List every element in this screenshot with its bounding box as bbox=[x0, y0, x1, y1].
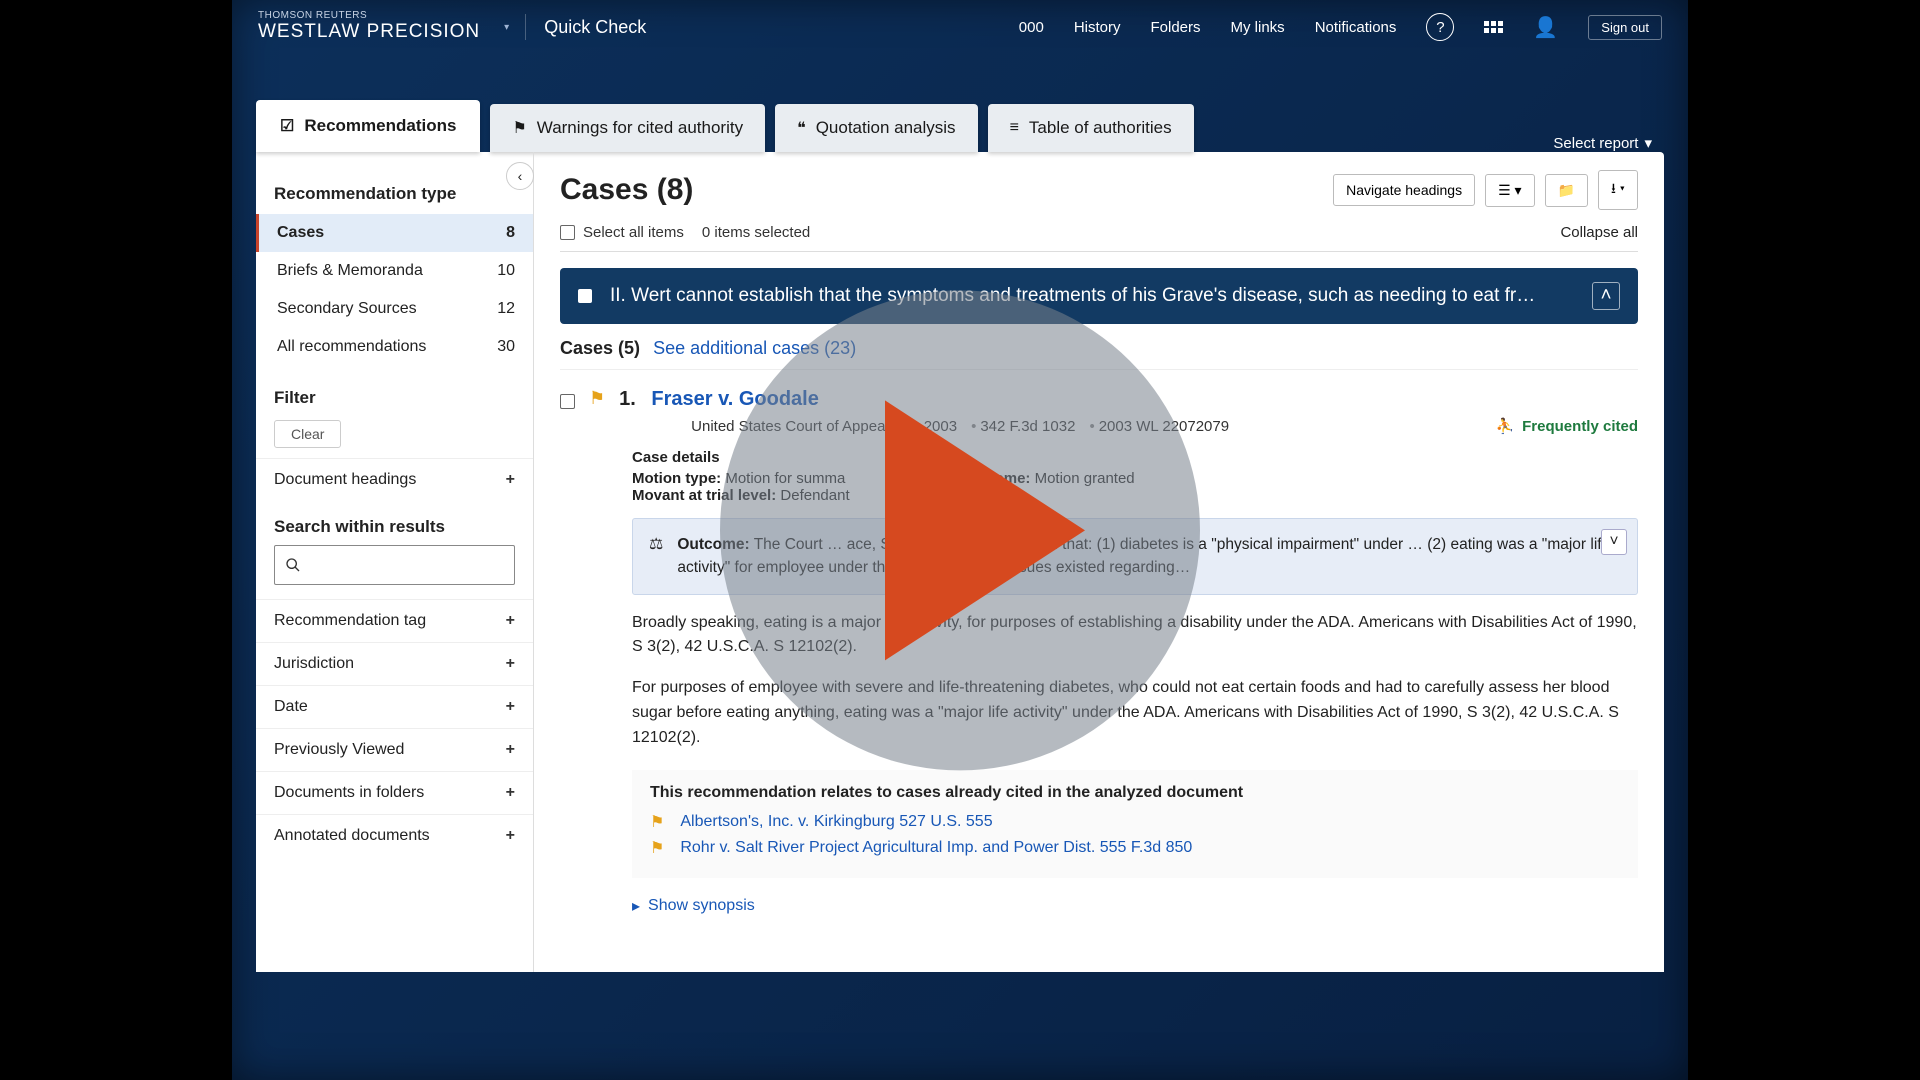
page-title: Cases (8) bbox=[560, 173, 693, 207]
case-paragraph-1: Broadly speaking, eating is a major life… bbox=[632, 611, 1638, 661]
sidebar: ‹ Recommendation type Cases8 Briefs & Me… bbox=[256, 152, 534, 972]
search-within-label: Search within results bbox=[274, 517, 515, 537]
heading-text: II. Wert cannot establish that the sympt… bbox=[610, 285, 1574, 307]
document-heading-bar[interactable]: II. Wert cannot establish that the sympt… bbox=[560, 268, 1638, 324]
quote-icon: ❝ bbox=[797, 118, 806, 138]
select-all-checkbox[interactable]: Select all items bbox=[560, 224, 684, 241]
plus-icon: + bbox=[506, 655, 515, 673]
type-list: Cases8 Briefs & Memoranda10 Secondary So… bbox=[256, 214, 533, 366]
tab-label: Table of authorities bbox=[1029, 118, 1172, 138]
search-icon bbox=[285, 557, 301, 573]
select-report-dropdown[interactable]: Select report ▾ bbox=[1553, 134, 1664, 152]
case-result: ⚑ 1. Fraser v. Goodale United States Cou… bbox=[560, 369, 1638, 916]
see-additional-cases-link[interactable]: See additional cases (23) bbox=[653, 338, 856, 358]
divider bbox=[525, 14, 526, 40]
top-nav: THOMSON REUTERS WESTLAW PRECISION ▾ Quic… bbox=[232, 0, 1688, 54]
tab-recommendations[interactable]: ☑ Recommendations bbox=[256, 100, 480, 152]
clear-filters-button[interactable]: Clear bbox=[274, 420, 341, 448]
type-all[interactable]: All recommendations30 bbox=[256, 328, 533, 366]
brand-caret-icon[interactable]: ▾ bbox=[504, 22, 509, 33]
tab-quotation[interactable]: ❝ Quotation analysis bbox=[775, 104, 977, 152]
filter-heading: Filter bbox=[256, 366, 533, 416]
tab-label: Warnings for cited authority bbox=[537, 118, 743, 138]
download-button[interactable]: ⭳ ▾ bbox=[1598, 170, 1638, 210]
case-date: 2003 bbox=[910, 418, 957, 435]
tab-label: Recommendations bbox=[304, 116, 456, 136]
facet-docs-in-folders[interactable]: Documents in folders+ bbox=[256, 771, 533, 814]
flag-icon: ⚑ bbox=[650, 838, 664, 858]
sidebar-heading: Recommendation type bbox=[256, 166, 533, 214]
items-selected: 0 items selected bbox=[702, 224, 810, 241]
search-within-input[interactable] bbox=[274, 545, 515, 585]
type-cases[interactable]: Cases8 bbox=[256, 214, 533, 252]
gavel-icon: ⚖ bbox=[649, 533, 663, 580]
case-paragraph-2: For purposes of employee with severe and… bbox=[632, 676, 1638, 750]
view-density-button[interactable]: ☰ ▾ bbox=[1485, 174, 1534, 207]
chevron-down-icon: ▾ bbox=[1644, 134, 1652, 152]
select-report-label: Select report bbox=[1553, 135, 1638, 152]
case-checkbox[interactable] bbox=[560, 394, 575, 409]
brand-small: THOMSON REUTERS bbox=[258, 11, 480, 21]
show-synopsis-link[interactable]: ▸ Show synopsis bbox=[632, 896, 1638, 916]
profile-icon[interactable]: 👤 bbox=[1533, 15, 1558, 40]
brand-big: WESTLAW PRECISION bbox=[258, 21, 480, 43]
people-icon: ⛹ bbox=[1495, 417, 1514, 435]
case-cite1: 342 F.3d 1032 bbox=[967, 418, 1075, 435]
facet-date[interactable]: Date+ bbox=[256, 685, 533, 728]
collapse-sidebar-button[interactable]: ‹ bbox=[506, 162, 534, 190]
case-cite2: 2003 WL 22072079 bbox=[1085, 418, 1229, 435]
tab-toa[interactable]: ≡ Table of authorities bbox=[988, 104, 1194, 152]
chevron-up-icon[interactable]: ˄ bbox=[1592, 282, 1620, 310]
chevron-right-icon: ▸ bbox=[632, 896, 640, 916]
flag-icon: ⚑ bbox=[512, 118, 526, 138]
plus-icon: + bbox=[506, 698, 515, 716]
relates-heading: This recommendation relates to cases alr… bbox=[650, 784, 1620, 802]
tab-warnings[interactable]: ⚑ Warnings for cited authority bbox=[490, 104, 765, 152]
cases-count: Cases (5) bbox=[560, 338, 640, 358]
plus-icon: + bbox=[506, 612, 515, 630]
facet-tag[interactable]: Recommendation tag+ bbox=[256, 599, 533, 642]
type-secondary[interactable]: Secondary Sources12 bbox=[256, 290, 533, 328]
plus-icon: + bbox=[506, 827, 515, 845]
plus-icon: + bbox=[506, 784, 515, 802]
help-icon[interactable]: ? bbox=[1426, 13, 1454, 41]
heading-checkbox[interactable] bbox=[578, 289, 592, 303]
nav-folders[interactable]: Folders bbox=[1150, 19, 1200, 36]
navigate-headings-button[interactable]: Navigate headings bbox=[1333, 174, 1475, 206]
app-name[interactable]: Quick Check bbox=[544, 17, 646, 38]
plus-icon: + bbox=[506, 471, 515, 489]
tab-strip: ☑ Recommendations ⚑ Warnings for cited a… bbox=[256, 100, 1664, 152]
nav-account[interactable]: 000 bbox=[1019, 19, 1044, 36]
facet-jurisdiction[interactable]: Jurisdiction+ bbox=[256, 642, 533, 685]
facet-previously-viewed[interactable]: Previously Viewed+ bbox=[256, 728, 533, 771]
flag-icon: ⚑ bbox=[650, 812, 664, 832]
checklist-icon: ☑ bbox=[280, 116, 294, 136]
nav-notifications[interactable]: Notifications bbox=[1315, 19, 1397, 36]
list-icon: ≡ bbox=[1010, 119, 1019, 137]
facet-annotated[interactable]: Annotated documents+ bbox=[256, 814, 533, 857]
expand-outcome-button[interactable]: ˅ bbox=[1601, 529, 1627, 555]
brand[interactable]: THOMSON REUTERS WESTLAW PRECISION bbox=[258, 11, 480, 43]
folder-button[interactable]: 📁 bbox=[1545, 174, 1588, 207]
main-content: Cases (8) Navigate headings ☰ ▾ 📁 ⭳ ▾ Se… bbox=[534, 152, 1664, 972]
tab-label: Quotation analysis bbox=[816, 118, 956, 138]
type-briefs[interactable]: Briefs & Memoranda10 bbox=[256, 252, 533, 290]
frequently-cited-badge: ⛹ Frequently cited bbox=[1495, 417, 1638, 435]
apps-icon[interactable] bbox=[1484, 21, 1503, 33]
relates-to-section: This recommendation relates to cases alr… bbox=[632, 770, 1638, 878]
plus-icon: + bbox=[506, 741, 515, 759]
collapse-all-link[interactable]: Collapse all bbox=[1560, 224, 1638, 241]
case-title[interactable]: 1. Fraser v. Goodale bbox=[619, 388, 1638, 411]
case-court: United States Court of Appeals, bbox=[691, 418, 900, 435]
outcome-box: ⚖ Outcome: The Court … ace, Senior Circu… bbox=[632, 518, 1638, 595]
nav-history[interactable]: History bbox=[1074, 19, 1121, 36]
related-case-2[interactable]: ⚑Rohr v. Salt River Project Agricultural… bbox=[650, 838, 1620, 858]
case-details-label: Case details bbox=[632, 449, 720, 466]
flag-icon[interactable]: ⚑ bbox=[589, 388, 605, 409]
related-case-1[interactable]: ⚑Albertson's, Inc. v. Kirkingburg 527 U.… bbox=[650, 812, 1620, 832]
nav-mylinks[interactable]: My links bbox=[1231, 19, 1285, 36]
facet-doc-headings[interactable]: Document headings+ bbox=[256, 458, 533, 501]
signout-button[interactable]: Sign out bbox=[1588, 15, 1662, 40]
